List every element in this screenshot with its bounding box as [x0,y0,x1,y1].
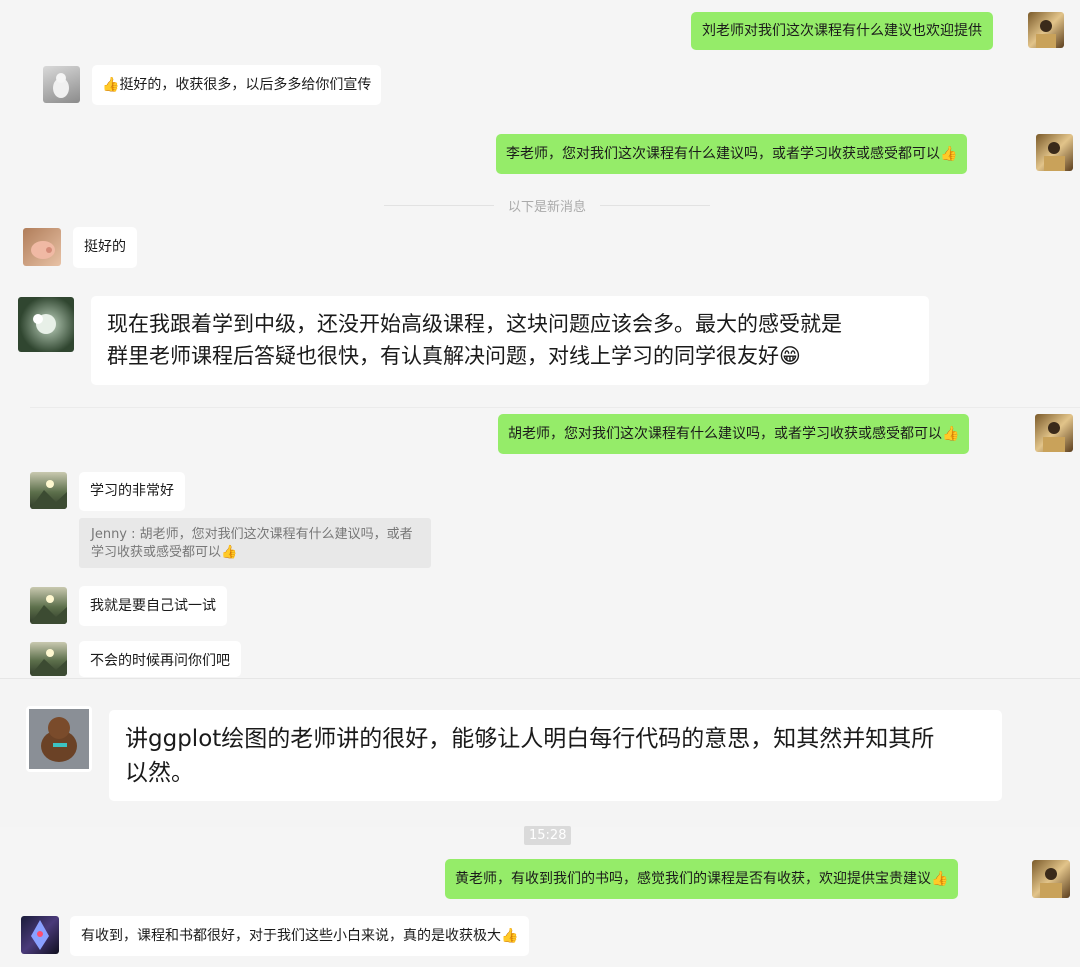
message-bubble-sent[interactable]: 刘老师对我们这次课程有什么建议也欢迎提供 [691,12,993,50]
quote-text-line: 学习收获或感受都可以 [91,545,222,560]
message-bubble-received[interactable]: 挺好的 [73,227,137,268]
message-text-line: 讲ggplot绘图的老师讲的很好，能够让人明白每行代码的意思，知其然并知其所 [125,726,935,752]
avatar-sender[interactable] [1032,860,1070,898]
quote-text-line: Jenny : 胡老师，您对我们这次课程有什么建议吗，或者 [91,527,413,542]
message-text: 黄老师，有收到我们的书吗，感觉我们的课程是否有收获，欢迎提供宝贵建议 [455,871,931,887]
message-bubble-received[interactable]: 讲ggplot绘图的老师讲的很好，能够让人明白每行代码的意思，知其然并知其所 以… [109,710,1002,801]
avatar-contact[interactable] [23,228,61,266]
avatar-contact[interactable] [18,297,74,352]
avatar-contact[interactable] [21,916,59,954]
timestamp: 15:28 [524,826,572,845]
message-text: 刘老师对我们这次课程有什么建议也欢迎提供 [702,23,982,39]
message-text: 我就是要自己试一试 [90,598,216,614]
message-text: 学习的非常好 [90,483,174,499]
landscape-avatar-icon [30,480,67,509]
message-text-line: 以然。 [125,760,194,786]
person-avatar-icon [1044,142,1065,171]
quoted-message[interactable]: Jenny : 胡老师，您对我们这次课程有什么建议吗，或者 学习收获或感受都可以… [79,518,431,568]
divider [600,205,710,206]
message-text: 李老师，您对我们这次课程有什么建议吗，或者学习收获或感受都可以 [506,146,940,162]
message-text: 挺好的，收获很多，以后多多给你们宣传 [119,77,372,93]
thumbs-up-icon: 👍 [931,871,949,887]
message-bubble-sent[interactable]: 黄老师，有收到我们的书吗，感觉我们的课程是否有收获，欢迎提供宝贵建议👍 [445,859,959,899]
avatar-sender[interactable] [1035,414,1073,452]
message-bubble-received[interactable]: 我就是要自己试一试 [79,586,227,626]
person-avatar-icon [1043,422,1065,452]
avatar-sender[interactable] [1028,12,1064,48]
person-avatar-icon [1036,20,1056,48]
message-text: 胡老师，您对我们这次课程有什么建议吗，或者学习收获或感受都可以 [508,426,942,442]
person-avatar-icon [1040,868,1062,898]
avatar-contact[interactable] [30,472,67,509]
message-bubble-received[interactable]: 不会的时候再问你们吧 [79,641,241,677]
message-bubble-received[interactable]: 现在我跟着学到中级，还没开始高级课程，这块问题应该会多。最大的感受就是 群里老师… [91,296,929,385]
avatar-contact[interactable] [43,66,80,103]
message-text: 挺好的 [84,239,126,255]
message-bubble-received[interactable]: 👍挺好的，收获很多，以后多多给你们宣传 [92,65,382,105]
message-text-line: 现在我跟着学到中级，还没开始高级课程，这块问题应该会多。最大的感受就是 [107,312,842,336]
message-text-line: 群里老师课程后答疑也很快，有认真解决问题，对线上学习的同学很友好 [107,344,779,368]
cat-avatar-icon [53,73,69,98]
thumbs-up-icon: 👍 [942,426,960,442]
teddy-bear-avatar-icon [29,709,89,769]
thumbs-up-icon: 👍 [501,928,519,944]
message-bubble-sent[interactable]: 李老师，您对我们这次课程有什么建议吗，或者学习收获或感受都可以👍 [496,134,968,174]
message-bubble-received[interactable]: 学习的非常好 [79,472,185,511]
message-bubble-sent[interactable]: 胡老师，您对我们这次课程有什么建议吗，或者学习收获或感受都可以👍 [498,414,970,454]
divider [384,205,494,206]
divider [30,407,1080,408]
flower-avatar-icon [33,314,56,334]
thumbs-up-icon: 👍 [940,146,958,162]
avatar-contact[interactable] [26,706,92,772]
message-bubble-received[interactable]: 有收到，课程和书都很好，对于我们这些小白来说，真的是收获极大👍 [70,916,530,956]
landscape-avatar-icon [30,649,67,676]
pig-avatar-icon [31,241,55,259]
grinning-face-icon: 😁 [779,344,801,368]
avatar-sender[interactable] [1036,134,1073,171]
avatar-contact[interactable] [30,642,67,676]
thumbs-up-icon: 👍 [221,545,238,560]
avatar-contact[interactable] [30,587,67,624]
new-messages-separator: 以下是新消息 [508,200,587,215]
message-text: 有收到，课程和书都很好，对于我们这些小白来说，真的是收获极大 [81,928,501,944]
thumbs-up-icon: 👍 [102,77,120,93]
character-avatar-icon [31,920,49,950]
message-text: 不会的时候再问你们吧 [90,653,230,669]
landscape-avatar-icon [30,595,67,624]
